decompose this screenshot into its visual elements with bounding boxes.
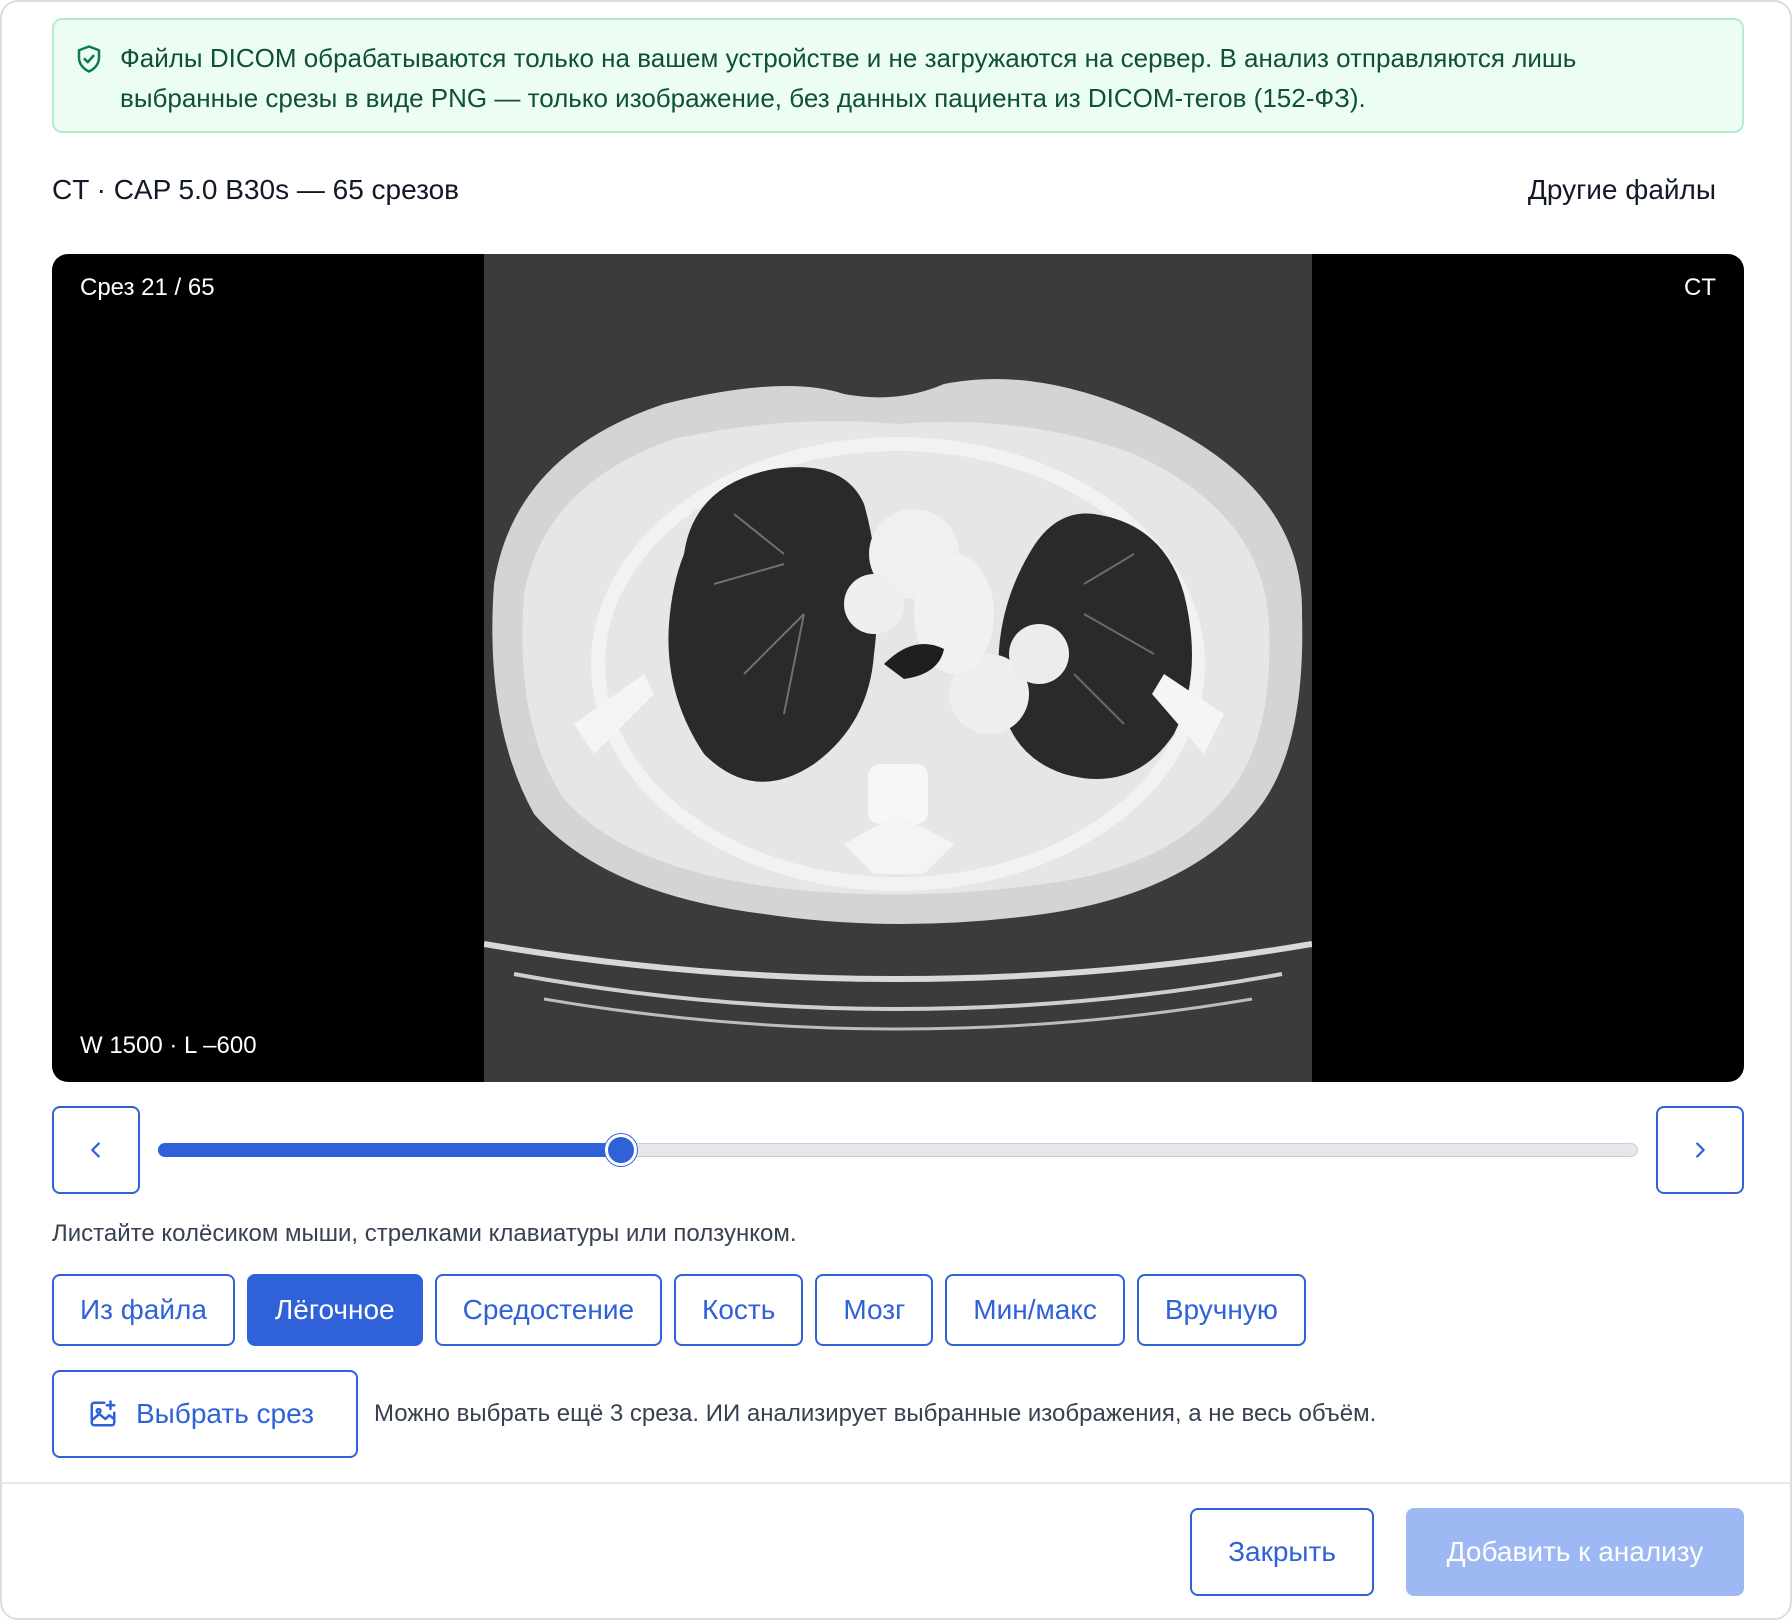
image-add-icon [90, 1400, 116, 1427]
ct-viewer[interactable]: Срез 21 / 65 CT W 1500 · L –600 [52, 254, 1744, 1082]
add-to-analysis-button[interactable]: Добавить к анализу [1406, 1508, 1744, 1596]
select-slice-button[interactable]: Выбрать срез [52, 1370, 358, 1458]
preset-bone[interactable]: Кость [674, 1274, 804, 1346]
preset-manual[interactable]: Вручную [1136, 1274, 1306, 1346]
preset-lung[interactable]: Лёгочное [246, 1274, 423, 1346]
slice-counter: Срез 21 / 65 [80, 274, 215, 301]
slice-slider[interactable] [158, 1134, 1638, 1166]
close-button[interactable]: Закрыть [1190, 1508, 1374, 1596]
file-title: CT · CAP 5.0 B30s — 65 срезов [52, 174, 460, 205]
shield-check-icon [77, 45, 101, 73]
ct-slice-image [484, 254, 1312, 1082]
preset-mediastinum[interactable]: Средостение [434, 1274, 663, 1346]
preset-from-file[interactable]: Из файла [52, 1274, 235, 1346]
window-presets: Из файла Лёгочное Средостение Кость Мозг… [52, 1274, 1306, 1346]
preset-min-max[interactable]: Мин/макс [945, 1274, 1125, 1346]
privacy-notice: Файлы DICOM обрабатываются только на ваш… [52, 18, 1744, 133]
chevron-right-icon [1696, 1142, 1705, 1158]
footer-divider [2, 1482, 1790, 1484]
preset-brain[interactable]: Мозг [815, 1274, 934, 1346]
slider-fill [158, 1143, 621, 1157]
modality-label: CT [1684, 274, 1716, 301]
select-slice-label: Выбрать срез [136, 1398, 314, 1429]
chevron-left-icon [91, 1142, 100, 1158]
dicom-viewer-dialog: Файлы DICOM обрабатываются только на ваш… [0, 0, 1792, 1620]
privacy-notice-text: Файлы DICOM обрабатываются только на ваш… [120, 43, 1577, 113]
other-files-button[interactable]: Другие файлы [1528, 174, 1716, 206]
previous-slice-button[interactable] [52, 1106, 140, 1194]
slider-thumb[interactable] [604, 1134, 637, 1166]
scroll-hint: Листайте колёсиком мыши, стрелками клави… [52, 1220, 797, 1247]
window-level-label: W 1500 · L –600 [80, 1032, 257, 1059]
select-slice-note: Можно выбрать ещё 3 среза. ИИ анализируе… [374, 1400, 1377, 1427]
next-slice-button[interactable] [1656, 1106, 1744, 1194]
